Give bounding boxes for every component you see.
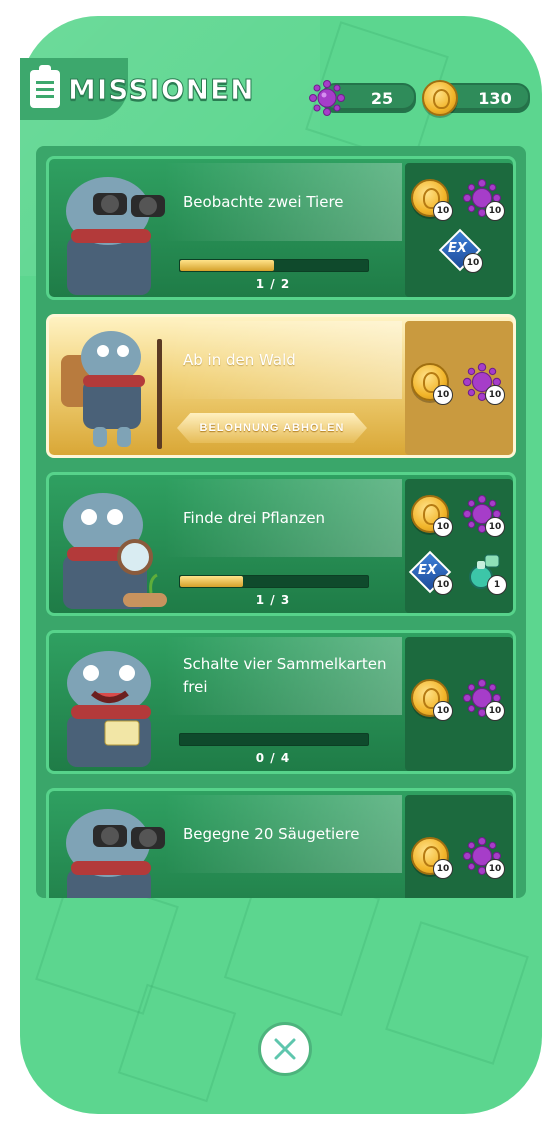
progress-bar [179,733,369,746]
mission-card: Beobachte zwei Tiere 1 / 2 10 10 EX 10 [46,156,516,300]
virus-reward: 10 [463,363,505,405]
mission-title: Ab in den Wald [183,351,296,369]
coin-icon [422,80,458,116]
frog-magnifier-illustration [63,493,167,609]
progress-text: 0 / 4 [255,751,291,765]
reward-box: 10 10 [405,795,513,898]
potion-reward: 1 [465,553,507,595]
mission-title: Beobachte zwei Tiere [183,193,344,211]
reward-count: 10 [433,701,453,721]
mission-title: Finde drei Pflanzen [183,509,326,527]
reward-box: 10 10 [405,321,513,455]
frog-cards-illustration [67,651,151,767]
reward-box: 10 10 [405,637,513,771]
close-icon [274,1038,296,1060]
close-button[interactable] [258,1022,312,1076]
coin-count: 130 [478,88,512,108]
mission-title: Schalte vier Sammelkarten frei [183,655,387,696]
virus-count: 25 [370,88,394,108]
frog-binoculars-illustration [66,809,165,898]
reward-count: 10 [485,385,505,405]
reward-count: 10 [433,201,453,221]
reward-box: 10 10 EX 10 1 [405,479,513,613]
reward-count: 10 [433,859,453,879]
reward-count: 10 [433,575,453,595]
progress-fill [180,260,274,271]
frog-hiker-illustration [61,331,162,449]
progress-text: 1 / 2 [255,277,291,291]
progress-text: 1 / 3 [255,593,291,607]
header-title-row: MISSIONEN [30,65,255,108]
reward-count: 10 [433,517,453,537]
reward-count: 10 [485,859,505,879]
page-title: MISSIONEN [68,72,255,106]
reward-count: 10 [463,253,483,273]
ex-reward: EX 10 [408,550,453,595]
clipboard-icon [30,65,60,108]
coin-reward: 10 [411,363,453,405]
virus-reward: 10 [463,837,505,879]
reward-box: 10 10 EX 10 [405,163,513,297]
claim-reward-button[interactable]: BELOHNUNG ABHOLEN [177,413,367,443]
coin-reward: 10 [411,495,453,537]
mission-card: Finde drei Pflanzen 1 / 3 10 10 EX 10 1 [46,472,516,616]
reward-count: 10 [485,701,505,721]
coin-reward: 10 [411,837,453,879]
mission-list[interactable]: Beobachte zwei Tiere 1 / 2 10 10 EX 10 A… [36,146,526,898]
ex-label: EX [448,241,467,256]
mission-card: Begegne 20 Säugetiere 10 10 [46,788,516,898]
ex-label: EX [418,563,437,578]
reward-count: 10 [485,201,505,221]
virus-reward: 10 [463,179,505,221]
mission-card-claimable: Ab in den Wald BELOHNUNG ABHOLEN 10 10 [46,314,516,458]
ex-reward: EX 10 [438,228,483,273]
coin-reward: 10 [411,679,453,721]
mission-title: Begegne 20 Säugetiere [183,825,360,843]
reward-count: 1 [487,575,507,595]
coin-reward: 10 [411,179,453,221]
reward-count: 10 [485,517,505,537]
virus-icon [309,80,345,116]
progress-bar [179,575,369,588]
progress-fill [180,576,243,587]
virus-reward: 10 [463,679,505,721]
mission-card: Schalte vier Sammelkarten frei 0 / 4 10 … [46,630,516,774]
virus-reward: 10 [463,495,505,537]
frog-binoculars-illustration [66,177,165,295]
reward-count: 10 [433,385,453,405]
progress-bar [179,259,369,272]
